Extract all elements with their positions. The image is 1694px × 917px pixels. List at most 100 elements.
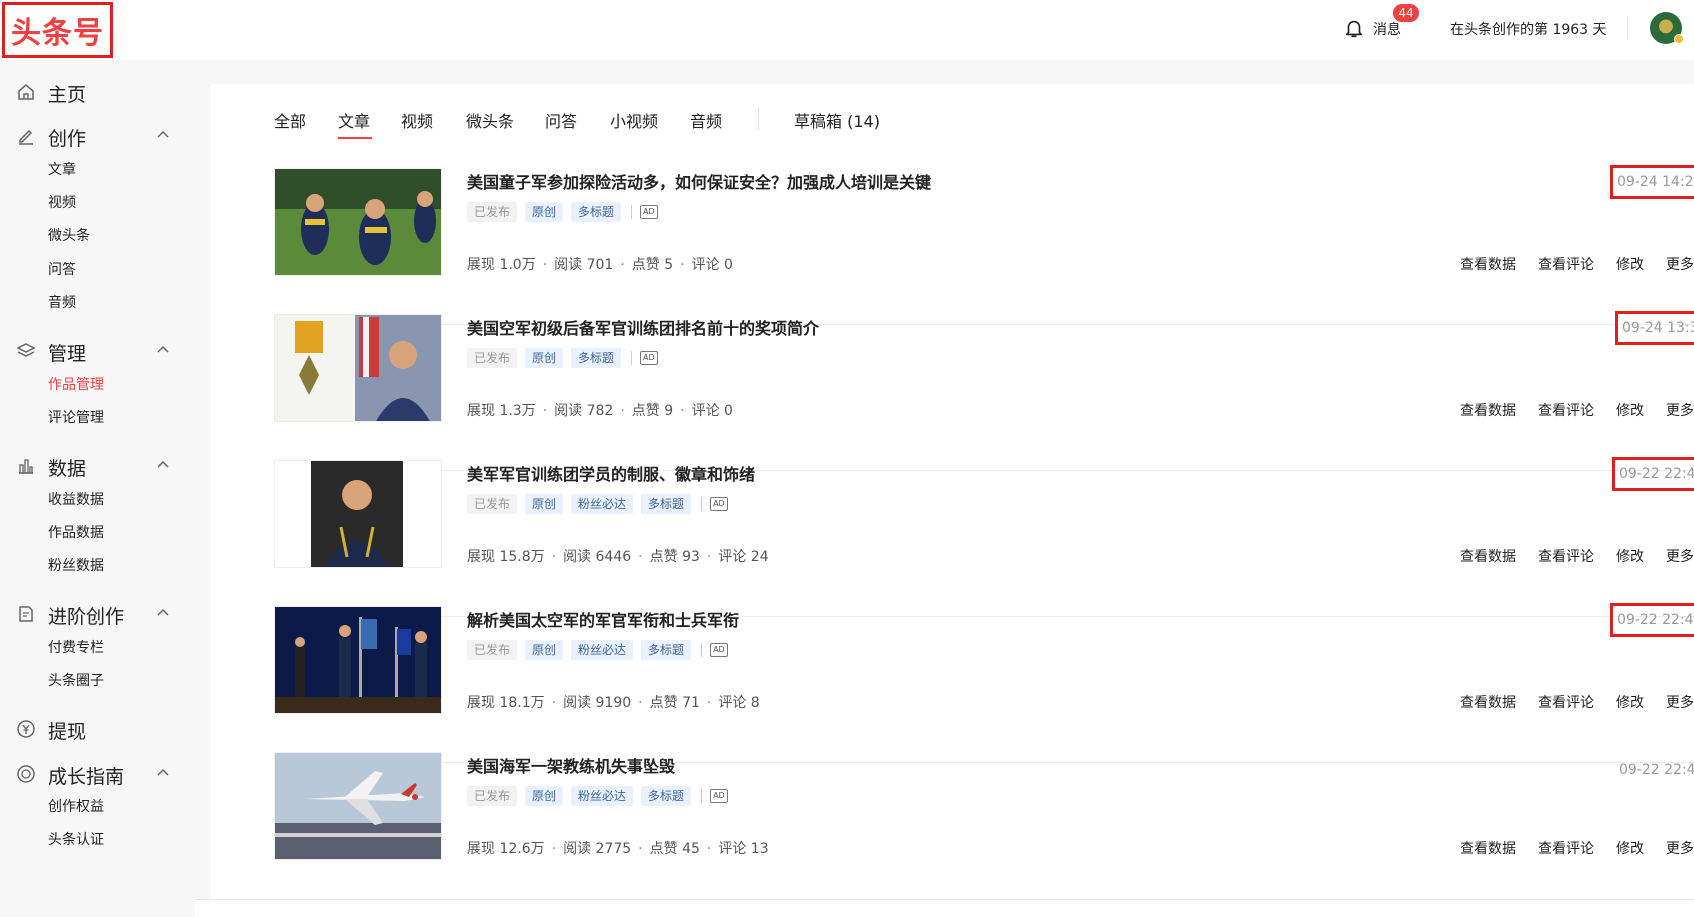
article-thumbnail[interactable]: [274, 460, 442, 568]
sidebar-item-withdraw[interactable]: 提现: [0, 714, 195, 744]
article-thumbnail[interactable]: [274, 606, 442, 714]
article-title[interactable]: 美军军官训练团学员的制服、徽章和饰绪: [467, 461, 755, 485]
sidebar-section-growth[interactable]: 成长指南: [0, 759, 195, 789]
publish-time: 09-24 13:31: [1615, 311, 1694, 345]
edit-link[interactable]: 修改: [1616, 692, 1644, 712]
tab-article[interactable]: 文章: [338, 108, 370, 132]
sidebar-item-paid-column[interactable]: 付费专栏: [48, 637, 104, 657]
chevron-up-icon[interactable]: [156, 128, 170, 142]
article-title[interactable]: 美国童子军参加探险活动多，如何保证安全？加强成人培训是关键: [467, 169, 931, 193]
bell-icon[interactable]: [1343, 17, 1365, 39]
tab-divider: [758, 108, 759, 130]
article-stats: 展现 1.3万 · 阅读 782 · 点赞 9 · 评论 0: [467, 403, 733, 419]
sidebar-section-create[interactable]: 创作: [0, 121, 195, 151]
article-row: 美国海军一架教练机失事坠毁 已发布 原创 粉丝必达 多标题 AD 展现 12.6…: [274, 752, 1694, 909]
view-data-link[interactable]: 查看数据: [1460, 692, 1516, 712]
main-content: 全部 文章 视频 微头条 问答 小视频 音频 草稿箱 (14) 美国童子军参加探…: [211, 84, 1694, 917]
article-thumbnail[interactable]: [274, 752, 442, 860]
medal-and-cadet-photo: [275, 315, 441, 421]
view-comments-link[interactable]: 查看评论: [1538, 692, 1594, 712]
sidebar-item-toutiao-circle[interactable]: 头条圈子: [48, 670, 104, 690]
article-tags: 已发布 原创 多标题 AD: [467, 202, 658, 222]
article-tags: 已发布 原创 多标题 AD: [467, 348, 658, 368]
sidebar-item-works-data[interactable]: 作品数据: [48, 522, 104, 542]
ad-icon: AD: [710, 497, 728, 511]
view-data-link[interactable]: 查看数据: [1460, 838, 1516, 858]
article-actions: 查看数据 查看评论 修改 更多: [1438, 546, 1694, 566]
article-title[interactable]: 美国空军初级后备军官训练团排名前十的奖项简介: [467, 315, 819, 339]
comments-stat: 评论 0: [691, 257, 733, 273]
view-comments-link[interactable]: 查看评论: [1538, 400, 1594, 420]
status-badge: 已发布: [467, 202, 518, 222]
view-data-link[interactable]: 查看数据: [1460, 400, 1516, 420]
tab-video[interactable]: 视频: [401, 108, 433, 132]
article-stats: 展现 15.8万 · 阅读 6446 · 点赞 93 · 评论 24: [467, 549, 769, 565]
tag-badge: 多标题: [641, 640, 692, 660]
view-comments-link[interactable]: 查看评论: [1538, 838, 1594, 858]
status-badge: 已发布: [467, 786, 518, 806]
messages-link[interactable]: 消息: [1373, 19, 1401, 39]
sidebar-item-qa[interactable]: 问答: [48, 259, 76, 279]
tab-drafts[interactable]: 草稿箱 (14): [794, 108, 880, 132]
sidebar-item-article[interactable]: 文章: [48, 159, 76, 179]
chevron-up-icon[interactable]: [156, 458, 170, 472]
sidebar-item-certification[interactable]: 头条认证: [48, 829, 104, 849]
more-link[interactable]: 更多: [1666, 838, 1694, 858]
sidebar-section-advanced[interactable]: 进阶创作: [0, 599, 195, 629]
sidebar-section-manage[interactable]: 管理: [0, 336, 195, 366]
more-link[interactable]: 更多: [1666, 546, 1694, 566]
edit-link[interactable]: 修改: [1616, 254, 1644, 274]
impressions-stat: 展现 18.1万: [467, 695, 545, 711]
view-data-link[interactable]: 查看数据: [1460, 546, 1516, 566]
article-tags: 已发布 原创 粉丝必达 多标题 AD: [467, 494, 728, 514]
sidebar-item-works-management[interactable]: 作品管理: [48, 374, 104, 394]
uniformed-cadet-photo: [275, 461, 441, 567]
reads-stat: 阅读 701: [554, 257, 614, 273]
yen-coin-icon: [17, 720, 35, 738]
sidebar-item-audio[interactable]: 音频: [48, 292, 76, 312]
sidebar: 主页 创作 文章 视频 微头条 问答 音频 管理 作品管理 评论管理 数据 收益…: [0, 60, 195, 917]
view-comments-link[interactable]: 查看评论: [1538, 546, 1594, 566]
article-row: 美国童子军参加探险活动多，如何保证安全？加强成人培训是关键 已发布 原创 多标题…: [274, 165, 1694, 325]
sidebar-item-revenue-data[interactable]: 收益数据: [48, 489, 104, 509]
article-title[interactable]: 解析美国太空军的军官军衔和士兵军衔: [467, 607, 739, 631]
impressions-stat: 展现 1.0万: [467, 257, 536, 273]
chevron-up-icon[interactable]: [156, 606, 170, 620]
sidebar-item-micro-post[interactable]: 微头条: [48, 225, 90, 245]
edit-link[interactable]: 修改: [1616, 400, 1644, 420]
chevron-up-icon[interactable]: [156, 766, 170, 780]
article-actions: 查看数据 查看评论 修改 更多: [1438, 838, 1694, 858]
tag-badge: 粉丝必达: [571, 640, 634, 660]
edit-link[interactable]: 修改: [1616, 546, 1644, 566]
tab-short-video[interactable]: 小视频: [610, 108, 658, 132]
more-link[interactable]: 更多: [1666, 400, 1694, 420]
chevron-up-icon[interactable]: [156, 343, 170, 357]
article-title[interactable]: 美国海军一架教练机失事坠毁: [467, 753, 675, 777]
view-comments-link[interactable]: 查看评论: [1538, 254, 1594, 274]
sidebar-item-comments-management[interactable]: 评论管理: [48, 407, 104, 427]
article-stats: 展现 18.1万 · 阅读 9190 · 点赞 71 · 评论 8: [467, 695, 760, 711]
article-thumbnail[interactable]: [274, 314, 442, 422]
sidebar-item-home[interactable]: 主页: [0, 77, 195, 107]
edit-link[interactable]: 修改: [1616, 838, 1644, 858]
tag-badge: 原创: [525, 348, 564, 368]
article-row: 解析美国太空军的军官军衔和士兵军衔 已发布 原创 粉丝必达 多标题 AD 展现 …: [274, 603, 1694, 763]
view-data-link[interactable]: 查看数据: [1460, 254, 1516, 274]
sidebar-item-creator-benefits[interactable]: 创作权益: [48, 796, 104, 816]
sidebar-item-fans-data[interactable]: 粉丝数据: [48, 555, 104, 575]
sidebar-item-label: 主页: [48, 84, 87, 106]
active-tab-indicator: [338, 137, 372, 139]
tag-badge: 粉丝必达: [571, 494, 634, 514]
tab-micro-post[interactable]: 微头条: [466, 108, 514, 132]
article-thumbnail[interactable]: [274, 168, 442, 276]
more-link[interactable]: 更多: [1666, 254, 1694, 274]
toutiao-logo[interactable]: 头条号: [2, 2, 113, 58]
sidebar-section-data[interactable]: 数据: [0, 451, 195, 481]
sidebar-item-video[interactable]: 视频: [48, 192, 76, 212]
more-link[interactable]: 更多: [1666, 692, 1694, 712]
publish-time: 09-22 22:49: [1610, 603, 1694, 637]
tab-all[interactable]: 全部: [274, 108, 306, 132]
status-badge: 已发布: [467, 494, 518, 514]
tab-audio[interactable]: 音频: [690, 108, 722, 132]
tab-qa[interactable]: 问答: [545, 108, 577, 132]
